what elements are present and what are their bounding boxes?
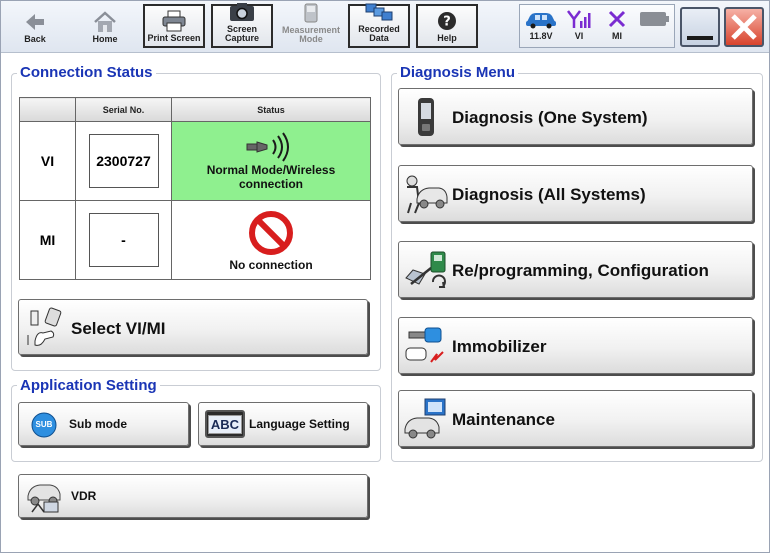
language-setting-label: Language Setting (249, 417, 350, 431)
serial-header: Serial No. (75, 97, 172, 122)
wireless-signal-icon (172, 131, 370, 163)
mi-status: MI (598, 7, 636, 47)
vdr-car-icon (23, 479, 65, 515)
vi-status-cell: Normal Mode/Wireless connection (171, 121, 371, 201)
corner-header-cell (19, 97, 76, 122)
sub-badge-text: SUB (35, 420, 53, 429)
help-label: Help (437, 33, 457, 43)
select-vi-mi-label: Select VI/MI (71, 319, 166, 338)
help-button[interactable]: ? Help (416, 4, 478, 48)
recorded-data-button[interactable]: Recorded Data (348, 1, 410, 48)
car-icon (524, 7, 558, 31)
status-header: Status (171, 97, 371, 122)
immobilizer-label: Immobilizer (452, 337, 547, 356)
device-status-group: 11.8V VI MI (519, 4, 675, 48)
diagnosis-menu-title: Diagnosis Menu (397, 65, 519, 81)
minimize-button[interactable] (680, 7, 720, 47)
home-label: Home (92, 34, 118, 44)
home-button[interactable]: Home (73, 4, 137, 48)
reprogramming-configuration-button[interactable]: Re/programming, Configuration (398, 241, 753, 298)
mechanic-car-icon (403, 172, 449, 216)
maintenance-button[interactable]: Maintenance (398, 390, 753, 447)
camera-icon (228, 1, 256, 23)
mi-serial-cell: - (75, 200, 172, 280)
close-icon (731, 14, 757, 40)
mi-label: MI (612, 31, 622, 41)
print-screen-label: Print Screen (147, 33, 201, 43)
connection-table: Serial No. Status VI 2300727 Normal Mode… (19, 97, 371, 280)
vi-status: VI (560, 7, 598, 47)
table-row-mi: MI - No connection (19, 200, 371, 280)
battery-voltage-status: 11.8V (522, 7, 560, 47)
mi-row-label: MI (19, 200, 76, 280)
select-vi-mi-button[interactable]: Select VI/MI (18, 299, 368, 355)
printer-icon (161, 10, 187, 32)
screen-capture-label: Screen Capture (224, 24, 259, 43)
measurement-mode-button[interactable]: Measurement Mode (279, 2, 343, 48)
vi-status-text: Normal Mode/Wireless connection (206, 163, 336, 191)
vi-row-label: VI (19, 121, 76, 201)
maintenance-label: Maintenance (452, 410, 555, 429)
print-screen-button[interactable]: Print Screen (143, 4, 205, 48)
minimize-icon (687, 36, 713, 40)
application-setting-title: Application Setting (17, 378, 160, 394)
no-connection-icon (172, 208, 370, 258)
toolbar: Back Home Print Screen Screen Capture Me… (1, 1, 769, 53)
home-icon (93, 11, 117, 33)
table-header-row: Serial No. Status (19, 97, 371, 122)
select-device-icon (23, 306, 67, 350)
vdr-label: VDR (71, 489, 97, 503)
measurement-icon (300, 2, 322, 24)
screen-capture-button[interactable]: Screen Capture (211, 1, 273, 48)
diagnosis-all-systems-label: Diagnosis (All Systems) (452, 185, 646, 204)
voltage-text: 11.8V (529, 31, 553, 41)
battery-icon (639, 7, 671, 31)
recorded-data-icon (364, 1, 394, 23)
mi-status-text: No connection (229, 258, 313, 272)
diagnosis-one-system-label: Diagnosis (One System) (452, 108, 648, 127)
sub-mode-label: Sub mode (69, 417, 128, 431)
diagnosis-one-system-button[interactable]: Diagnosis (One System) (398, 88, 753, 145)
reprogramming-configuration-label: Re/programming, Configuration (452, 261, 709, 280)
table-row-vi: VI 2300727 Normal Mode/Wireless connecti… (19, 121, 371, 201)
svg-text:?: ? (443, 15, 451, 30)
reprogramming-icon (403, 248, 449, 292)
mi-serial-value: - (88, 213, 159, 267)
sub-badge-icon: SUB (31, 412, 57, 438)
back-arrow-icon (24, 11, 46, 33)
vi-serial-cell: 2300727 (75, 121, 172, 201)
maintenance-icon (403, 397, 449, 441)
diagnosis-all-systems-button[interactable]: Diagnosis (All Systems) (398, 165, 753, 222)
vi-label: VI (574, 31, 584, 41)
mi-status-cell: No connection (171, 200, 371, 280)
immobilizer-button[interactable]: Immobilizer (398, 317, 753, 374)
vi-serial-value: 2300727 (88, 134, 159, 188)
key-icon (403, 324, 449, 368)
mi-disconnected-icon (607, 7, 627, 31)
back-button[interactable]: Back (5, 4, 65, 48)
vi-signal-icon (566, 7, 592, 31)
app-window: Back Home Print Screen Screen Capture Me… (0, 0, 770, 553)
measurement-mode-label: Measurement Mode (281, 25, 341, 44)
close-button[interactable] (724, 7, 764, 47)
language-setting-button[interactable]: ABC Language Setting (198, 402, 368, 446)
handheld-icon (415, 96, 437, 138)
sub-mode-button[interactable]: SUB Sub mode (18, 402, 189, 446)
help-icon: ? (436, 10, 458, 32)
connection-status-title: Connection Status (17, 65, 156, 81)
vdr-button[interactable]: VDR (18, 474, 368, 518)
abc-icon: ABC (205, 410, 245, 438)
back-label: Back (24, 34, 46, 44)
abc-badge-text: ABC (207, 414, 243, 434)
battery-status (636, 7, 674, 47)
recorded-data-label: Recorded Data (358, 24, 400, 43)
